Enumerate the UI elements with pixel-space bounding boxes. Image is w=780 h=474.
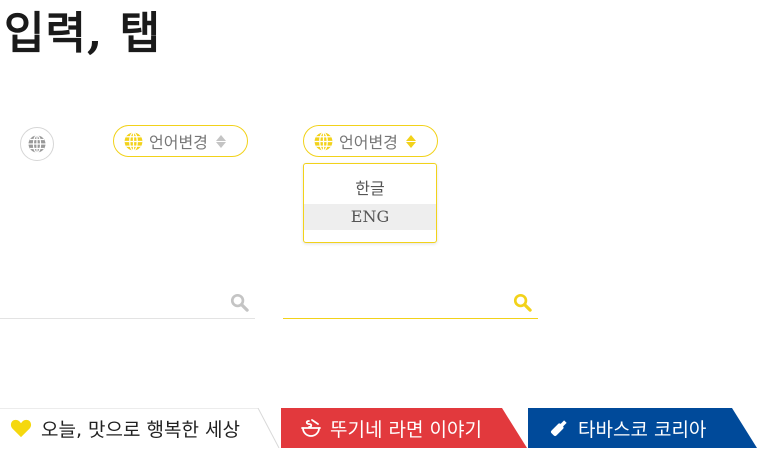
language-select-label: 언어변경 (339, 133, 398, 152)
tab-label: 뚜기네 라면 이야기 (330, 418, 482, 441)
noodle-bowl-icon (301, 418, 321, 438)
tab-today[interactable]: 오늘, 맛으로 행복한 세상 (0, 408, 285, 448)
globe-icon (124, 131, 143, 151)
search-field (0, 285, 255, 319)
language-select-open[interactable]: 언어변경 (303, 125, 438, 157)
search-icon[interactable] (230, 293, 249, 312)
globe-icon (28, 134, 46, 154)
language-option-english[interactable]: ENG (304, 204, 436, 230)
language-dropdown: 한글 ENG (303, 163, 437, 243)
language-select-closed[interactable]: 언어변경 (113, 125, 248, 157)
search-field-focused (283, 285, 538, 319)
language-globe-button[interactable] (20, 127, 54, 161)
language-option-korean[interactable]: 한글 (304, 176, 436, 202)
search-icon[interactable] (513, 293, 532, 312)
page-title: 입력, 탭 (4, 8, 162, 59)
tab-tabasco-korea[interactable]: 타바스코 코리아 (528, 408, 758, 448)
sort-arrows-icon (405, 134, 416, 148)
sort-arrows-icon (215, 134, 226, 148)
heart-icon (10, 418, 32, 438)
tab-label: 타바스코 코리아 (578, 418, 707, 441)
bottle-icon (549, 418, 569, 438)
language-select-label: 언어변경 (149, 133, 208, 152)
search-input[interactable] (283, 285, 538, 318)
tab-label: 오늘, 맛으로 행복한 세상 (41, 418, 240, 441)
tab-ramen-story[interactable]: 뚜기네 라면 이야기 (281, 408, 527, 448)
search-input[interactable] (0, 285, 255, 318)
globe-icon (314, 131, 333, 151)
